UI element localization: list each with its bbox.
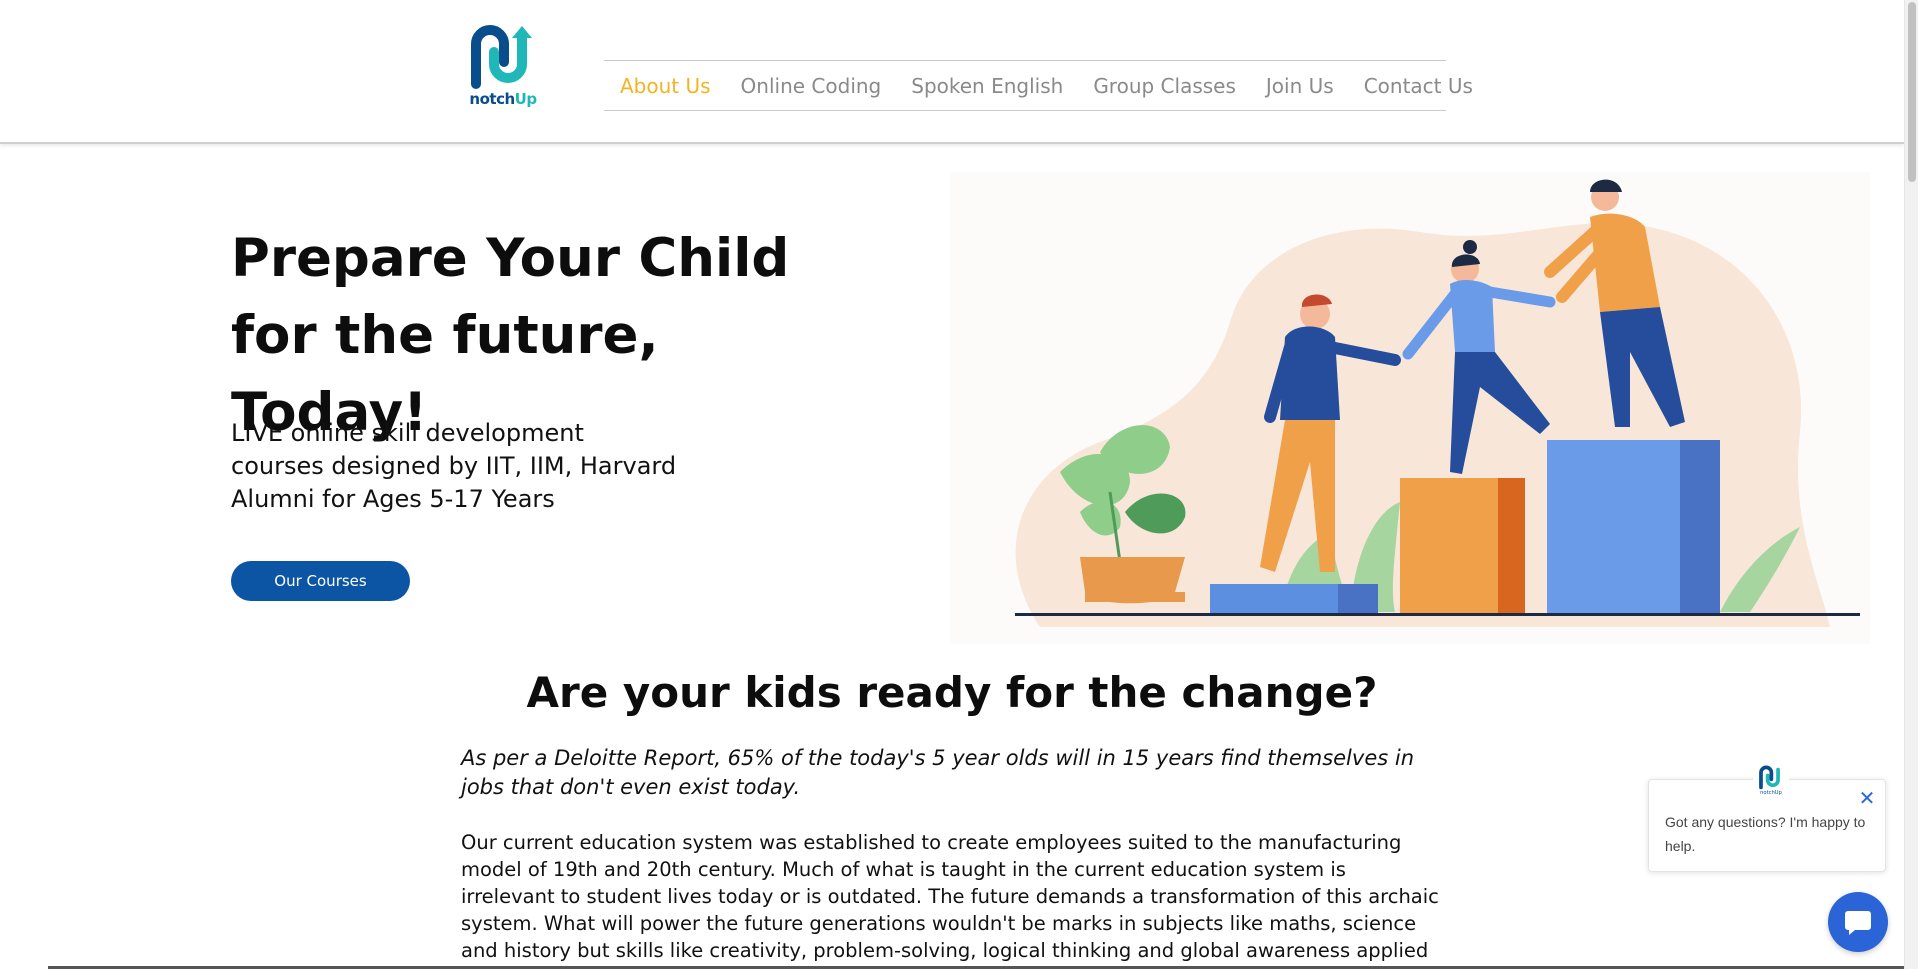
section-title: Are your kids ready for the change? (526, 668, 1378, 717)
nav-spoken-english[interactable]: Spoken English (911, 74, 1063, 98)
deloitte-quote: As per a Deloitte Report, 65% of the tod… (461, 746, 1414, 799)
page-scrollbar[interactable] (1904, 0, 1918, 969)
hero-subtitle: LIVE online skill development courses de… (231, 417, 701, 516)
chat-launcher-button[interactable] (1828, 892, 1888, 952)
nav-group-classes[interactable]: Group Classes (1093, 74, 1236, 98)
nav-contact-us[interactable]: Contact Us (1364, 74, 1473, 98)
nav-join-us[interactable]: Join Us (1266, 74, 1334, 98)
hero-subtitle-line2: courses designed by IIT, IIM, Harvard (231, 452, 677, 480)
nav-online-coding[interactable]: Online Coding (741, 74, 882, 98)
nav-about-us[interactable]: About Us (620, 74, 711, 98)
main-nav: About Us Online Coding Spoken English Gr… (604, 60, 1473, 111)
scrollbar-thumb[interactable] (1908, 2, 1916, 182)
logo-mark-icon (471, 25, 532, 89)
logo-wordmark: notchUp (469, 90, 537, 108)
hero-subtitle-line1: LIVE online skill development (231, 419, 584, 447)
hero-title-line1: Prepare Your Child (231, 228, 790, 289)
chat-avatar: notchUp (1753, 762, 1789, 798)
notchup-logo[interactable]: notchUp (468, 24, 538, 112)
chat-close-icon[interactable]: ✕ (1857, 788, 1877, 808)
section-body-text: Our current education system was establi… (461, 831, 1439, 969)
chat-bubble-icon (1845, 911, 1871, 935)
chat-popup[interactable]: notchUp ✕ Got any questions? I'm happy t… (1648, 762, 1886, 872)
hero-illustration (950, 172, 1870, 644)
site-header: notchUp About Us Online Coding Spoken En… (0, 0, 1904, 144)
hero-subtitle-line3: Alumni for Ages 5-17 Years (231, 485, 555, 513)
our-courses-button[interactable]: Our Courses (231, 561, 410, 601)
chat-message: Got any questions? I'm happy to help. (1665, 814, 1866, 854)
chat-logo-icon: notchUp (1759, 765, 1783, 795)
chat-logo-wordmark: notchUp (1760, 790, 1782, 795)
